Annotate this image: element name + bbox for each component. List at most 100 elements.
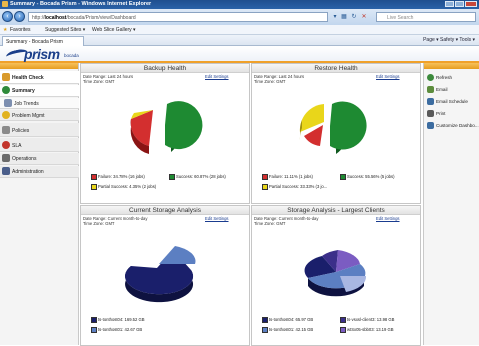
legend-label: wtSx05-sbb03: 13.19 GB (347, 327, 394, 333)
problem-mgmt-icon (2, 111, 10, 119)
legend-item: Success: 55.56% (5 jobs) (340, 174, 394, 180)
backup-health-panel: Backup Health Date Range: Last 24 hours T… (80, 63, 250, 204)
action-label: Email (436, 87, 448, 92)
pie-slice-ts-tonthost01 (159, 246, 196, 264)
customize-dashboard-button[interactable]: Customize Dashbo... (427, 121, 479, 130)
sidebar-item-job-trends[interactable]: Job Trends (0, 98, 79, 109)
sidebar-item-sla[interactable]: SLA (0, 138, 79, 152)
panel-title: Restore Health (252, 64, 420, 73)
favorites-bar: ★ Favorites Suggested Sites ▾ Web Slice … (0, 25, 479, 35)
email-schedule-icon (427, 98, 434, 105)
legend-swatch (340, 327, 346, 333)
edit-settings-link[interactable]: Edit Settings (376, 74, 400, 79)
window-titlebar: Summary - Bocada Prism - Windows Interne… (0, 0, 479, 9)
legend-swatch (340, 317, 346, 323)
window-title: Summary - Bocada Prism - Windows Interne… (10, 1, 152, 7)
legend-swatch (262, 174, 268, 180)
command-bar[interactable]: Page ▾ Safety ▾ Tools ▾ (423, 37, 475, 43)
sidebar-item-operations[interactable]: Operations (0, 153, 79, 165)
email-button[interactable]: Email (427, 85, 448, 94)
refresh-button[interactable]: Refresh (427, 73, 452, 82)
summary-icon (2, 86, 10, 94)
minimize-button[interactable] (445, 1, 454, 7)
sidebar-item-label: SLA (12, 143, 22, 149)
legend-item: wtSx05-sbb03: 13.19 GB (340, 327, 394, 333)
sidebar-item-health-check[interactable]: Health Check (0, 71, 79, 84)
sidebar-item-problem-mgmt[interactable]: Problem Mgmt (0, 110, 79, 121)
sidebar-item-label: Summary (12, 88, 35, 94)
action-label: Email Schedule (436, 99, 468, 104)
administration-icon (2, 167, 10, 175)
time-zone: Time Zone: GMT (83, 221, 115, 226)
sidebar-item-label: Problem Mgmt (12, 113, 45, 119)
legend-label: ts-tonthost04: 65.97 GB (269, 317, 314, 323)
url-path: /bocada/Prism/view/Dashboard (66, 15, 136, 21)
sidebar-item-policies[interactable]: Policies (0, 123, 79, 137)
panel-title: Current Storage Analysis (81, 206, 249, 215)
refresh-page-icon[interactable]: ↻ (350, 13, 358, 21)
policies-icon (2, 126, 10, 134)
tab-summary[interactable]: Summary - Bocada Prism (2, 36, 84, 46)
action-panel-header[interactable] (424, 63, 479, 69)
ie-app-icon (2, 1, 8, 7)
legend-label: Partial Success: 4.35% (2 jobs) (98, 184, 157, 190)
sidebar-item-label: Job Trends (14, 101, 39, 107)
sidebar-item-label: Health Check (12, 75, 44, 81)
url-input[interactable]: http://localhost/bocada/Prism/view/Dashb… (28, 12, 328, 22)
sidebar-item-label: Operations (12, 156, 37, 162)
close-window-button[interactable] (465, 1, 477, 7)
favorites-button[interactable]: Favorites (10, 27, 31, 33)
sidebar-item-summary[interactable]: Summary (0, 85, 79, 97)
edit-settings-link[interactable]: Edit Settings (376, 216, 400, 221)
sidebar-item-administration[interactable]: Administration (0, 166, 79, 178)
suggested-sites-link[interactable]: Suggested Sites ▾ (45, 27, 85, 33)
customize-icon (427, 122, 434, 129)
stop-icon[interactable]: ✕ (360, 13, 368, 21)
pie-slice-success (330, 101, 367, 150)
legend-swatch (91, 174, 97, 180)
legend-item: Success: 60.87% (28 jobs) (169, 174, 226, 180)
panel-title: Storage Analysis - Largest Clients (252, 206, 420, 215)
dashboard-main: Backup Health Date Range: Last 24 hours T… (80, 63, 422, 346)
tab-label: Summary - Bocada Prism (6, 39, 63, 45)
panel-meta: Date Range: Current month-to-day Time Zon… (254, 216, 318, 226)
dropdown-arrow-icon[interactable]: ▾ (331, 13, 339, 21)
favorites-star-icon[interactable]: ★ (3, 27, 7, 33)
current-storage-panel: Current Storage Analysis Date Range: Cur… (80, 205, 250, 346)
legend-swatch (169, 174, 175, 180)
restore-health-panel: Restore Health Date Range: Last 24 hours… (251, 63, 421, 204)
legend-swatch (91, 184, 97, 190)
legend-swatch (262, 184, 268, 190)
sidebar-header[interactable] (0, 63, 78, 69)
job-trends-icon (4, 99, 12, 107)
largest-clients-pie-chart (304, 250, 367, 297)
edit-settings-link[interactable]: Edit Settings (205, 216, 229, 221)
maximize-button[interactable] (455, 1, 464, 7)
print-icon (427, 110, 434, 117)
time-zone: Time Zone: GMT (254, 221, 286, 226)
back-arrow-icon[interactable]: ‹ (2, 11, 13, 22)
panel-meta: Date Range: Current month-to-day Time Zon… (83, 216, 147, 226)
forward-arrow-icon[interactable]: › (14, 11, 25, 22)
address-toolbar: ‹ › http://localhost/bocada/Prism/view/D… (0, 9, 479, 25)
search-placeholder: Live Search (387, 15, 414, 21)
search-input[interactable]: Live Search (376, 12, 476, 22)
time-zone: Time Zone: GMT (254, 79, 286, 84)
legend-item: ts-tonthost04: 65.97 GB (262, 317, 313, 323)
compatibility-icon[interactable]: ▦ (340, 13, 348, 21)
sidebar-item-label: Policies (12, 128, 30, 134)
print-button[interactable]: Print (427, 109, 445, 118)
legend-item: ts-tonthost01: 42.15 GB (262, 327, 313, 333)
email-icon (427, 86, 434, 93)
app-header: prism bocada (0, 46, 479, 63)
legend-label: Partial Success: 33.33% (3 jo... (269, 184, 328, 190)
legend-label: Success: 60.87% (28 jobs) (176, 174, 226, 180)
edit-settings-link[interactable]: Edit Settings (205, 74, 229, 79)
url-host: localhost (44, 15, 67, 21)
legend-swatch (262, 317, 268, 323)
web-slice-gallery-link[interactable]: Web Slice Gallery ▾ (92, 27, 136, 33)
email-schedule-button[interactable]: Email Schedule (427, 97, 468, 106)
legend-label: ts-tonthost04: 169.52 GB (98, 317, 145, 323)
legend-item: Failure: 34.78% (16 jobs) (91, 174, 145, 180)
legend-swatch (91, 327, 97, 333)
